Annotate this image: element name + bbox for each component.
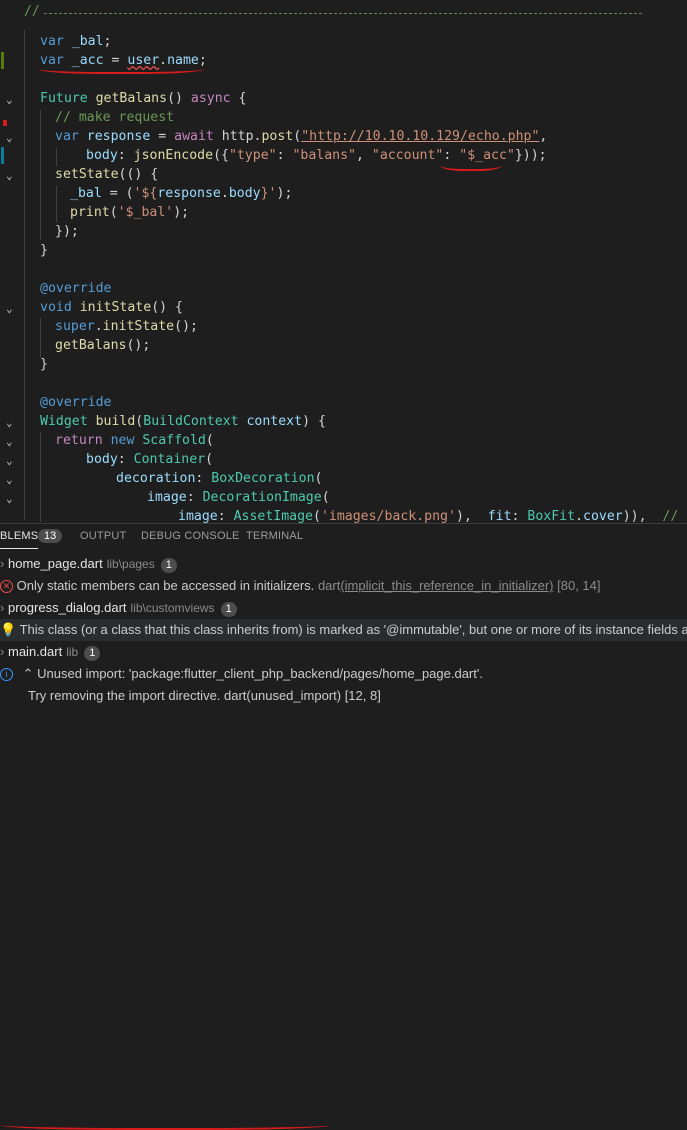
separator-line <box>44 13 642 14</box>
problems-count-badge: 13 <box>38 529 63 543</box>
panel-tabs: BLEMS 13 OUTPUT DEBUG CONSOLE TERMINAL <box>0 524 687 550</box>
separator-comment: // <box>24 4 40 19</box>
indent-guide <box>40 110 41 240</box>
code-line[interactable]: body: Container( <box>86 450 213 469</box>
chevron-icon: › <box>0 556 5 571</box>
git-modified-marker <box>1 52 4 69</box>
fold-chevron-icon[interactable]: ⌄ <box>6 94 18 106</box>
problem-file-main[interactable]: › main.dart lib 1 <box>0 641 687 663</box>
indent-guide <box>56 148 57 166</box>
code-line[interactable]: print('$_bal'); <box>70 203 189 222</box>
code-line[interactable]: var _bal; <box>40 32 112 51</box>
fold-chevron-icon[interactable]: ⌄ <box>6 493 18 505</box>
red-underline-annotation <box>38 62 204 74</box>
tab-debug-console[interactable]: DEBUG CONSOLE <box>141 530 240 542</box>
code-line[interactable]: return new Scaffold( <box>55 431 214 450</box>
problem-item-error[interactable]: ✕ Only static members can be accessed in… <box>0 575 687 597</box>
indent-guide <box>24 30 25 520</box>
code-line[interactable]: @override <box>40 279 111 298</box>
info-icon: i <box>0 668 13 682</box>
problem-item-hint[interactable]: Try removing the import directive. dart(… <box>0 685 687 707</box>
code-line[interactable]: Future getBalans() async { <box>40 89 246 108</box>
code-line[interactable]: image: AssetImage('images/back.png'), fi… <box>178 507 687 523</box>
tab-terminal[interactable]: TERMINAL <box>246 530 303 542</box>
indent-guide <box>40 432 41 522</box>
indent-guide <box>56 186 57 222</box>
code-line[interactable]: _bal = ('${response.body}'); <box>70 184 292 203</box>
code-line[interactable]: }); <box>55 222 79 241</box>
fold-chevron-icon[interactable]: ⌄ <box>6 417 18 429</box>
fold-chevron-icon[interactable]: ⌄ <box>6 455 18 467</box>
chevron-icon: › <box>0 600 5 615</box>
fold-chevron-icon[interactable]: ⌄ <box>6 474 18 486</box>
fold-chevron-icon[interactable]: ⌄ <box>6 436 18 448</box>
code-line[interactable]: super.initState(); <box>55 317 198 336</box>
code-line[interactable]: decoration: BoxDecoration( <box>116 469 322 488</box>
tab-problems[interactable]: BLEMS <box>0 530 39 549</box>
code-line[interactable]: getBalans(); <box>55 336 150 355</box>
code-line[interactable]: @override <box>40 393 111 412</box>
fold-chevron-icon[interactable]: ⌄ <box>6 132 18 144</box>
fold-chevron-icon[interactable]: ⌄ <box>6 303 18 315</box>
problem-item-warning[interactable]: 💡 This class (or a class that this class… <box>0 619 687 641</box>
problem-file-home-page[interactable]: › home_page.dart lib\pages 1 <box>0 553 687 575</box>
code-line[interactable]: void initState() { <box>40 298 183 317</box>
tab-output[interactable]: OUTPUT <box>80 530 126 542</box>
code-line[interactable]: image: DecorationImage( <box>147 488 330 507</box>
indent-guide <box>40 318 41 358</box>
code-line[interactable]: } <box>40 241 48 260</box>
code-editor[interactable]: ⌄ ⌄ ⌄ ⌄ ⌄ ⌄ ⌄ ⌄ ⌄ // var _bal; var _acc … <box>0 0 687 523</box>
error-icon: ✕ <box>0 580 13 594</box>
git-changed-marker <box>1 147 4 164</box>
code-line[interactable]: } <box>40 355 48 374</box>
bottom-panel: BLEMS 13 OUTPUT DEBUG CONSOLE TERMINAL ›… <box>0 523 687 1130</box>
problem-file-progress-dialog[interactable]: › progress_dialog.dart lib\customviews 1 <box>0 597 687 619</box>
code-line[interactable]: // make request <box>55 108 174 127</box>
red-underline-annotation <box>0 1118 330 1130</box>
code-line[interactable]: var response = await http.post("http://1… <box>55 127 547 146</box>
code-line[interactable]: setState(() { <box>55 165 158 184</box>
fold-chevron-icon[interactable]: ⌄ <box>6 170 18 182</box>
red-underline-annotation <box>440 157 502 171</box>
chevron-up-icon[interactable]: ⌃ <box>23 666 34 681</box>
code-line[interactable]: Widget build(BuildContext context) { <box>40 412 326 431</box>
chevron-icon: › <box>0 644 5 659</box>
error-dot-marker <box>3 120 7 126</box>
lightbulb-icon[interactable]: 💡 <box>0 622 16 637</box>
problem-item-info[interactable]: i ⌃ Unused import: 'package:flutter_clie… <box>0 663 687 685</box>
